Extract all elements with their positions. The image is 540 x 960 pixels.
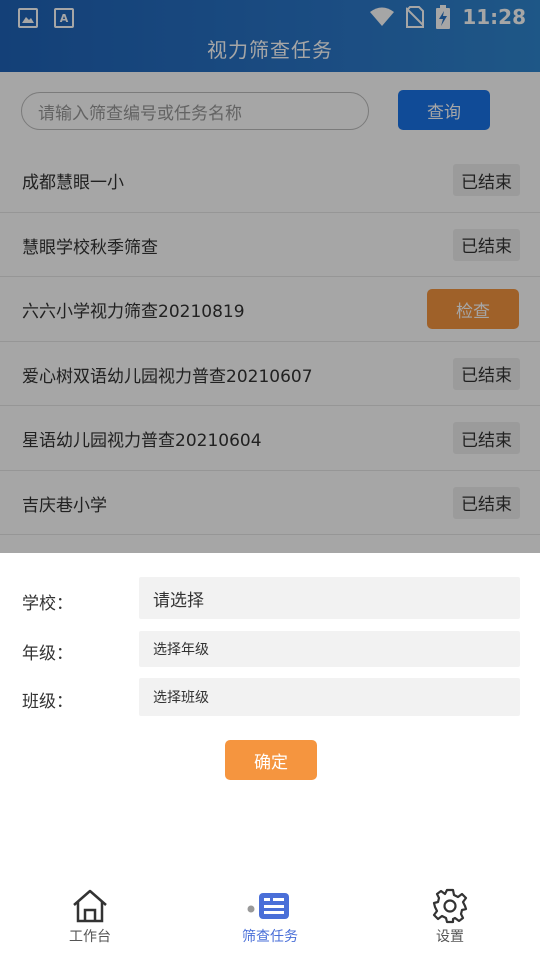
modal-backdrop[interactable]: [0, 0, 540, 553]
tab-workbench[interactable]: 工作台: [40, 888, 140, 946]
class-select[interactable]: 选择班级: [139, 678, 520, 716]
grade-select[interactable]: 选择年级: [139, 631, 520, 667]
tab-screening-tasks[interactable]: 筛查任务: [220, 888, 320, 946]
home-icon: [73, 889, 107, 923]
school-label: 学校：: [22, 594, 73, 614]
tab-label: 工作台: [69, 929, 111, 945]
school-select[interactable]: 请选择: [139, 577, 520, 619]
tab-settings[interactable]: 设置: [400, 888, 500, 946]
grade-label: 年级：: [22, 644, 73, 664]
bottom-tab-bar: 工作台 筛查任务 设置: [0, 878, 540, 960]
gear-icon: [432, 888, 468, 924]
tab-label: 筛查任务: [242, 929, 298, 945]
confirm-button[interactable]: 确定: [225, 740, 317, 780]
class-label: 班级：: [22, 692, 73, 712]
task-card-icon: [247, 893, 289, 919]
tab-label: 设置: [436, 929, 464, 945]
